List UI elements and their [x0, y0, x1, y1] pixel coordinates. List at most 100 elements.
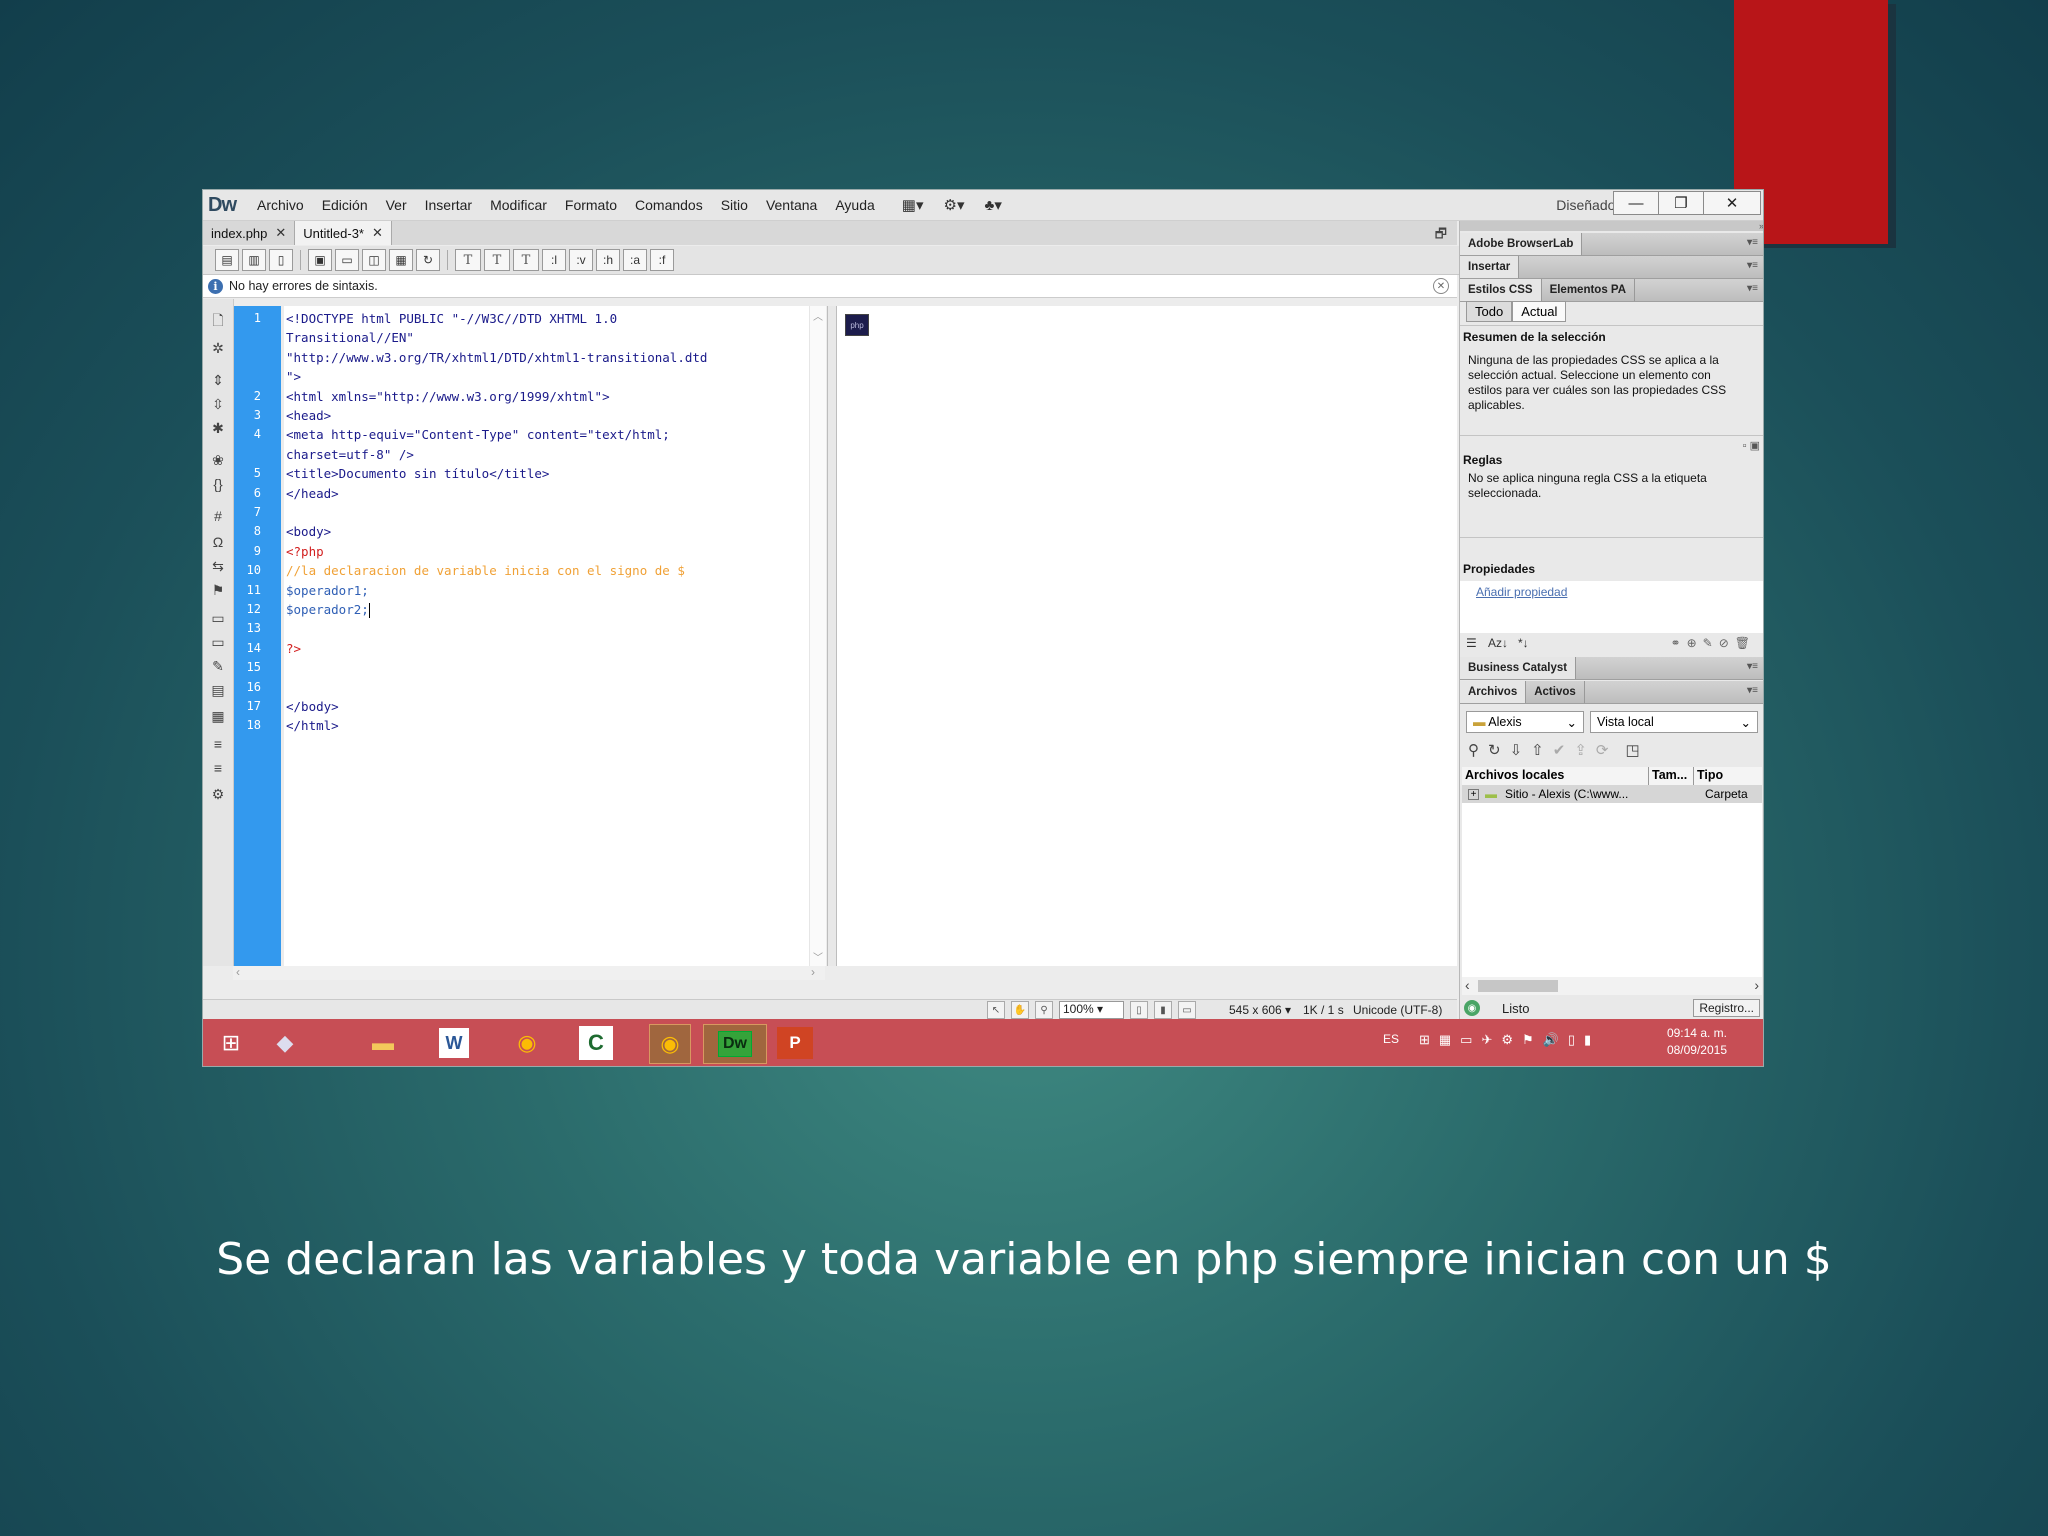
code-horizontal-scrollbar[interactable]: ‹ ›	[233, 965, 825, 980]
zoom-select[interactable]: 100% ▾	[1059, 1001, 1124, 1019]
chevron-left-icon[interactable]: ‹	[236, 965, 240, 979]
apply-comment-icon[interactable]: ▭	[209, 609, 227, 627]
chevron-up-icon[interactable]: ︿	[813, 308, 823, 323]
layout-icon[interactable]: ▦▾	[902, 196, 924, 214]
live-view-icon[interactable]: ▣	[308, 249, 332, 271]
site-tree-icon[interactable]: ♣▾	[984, 196, 1001, 214]
panel-business-catalyst[interactable]: Business Catalyst ▾≡	[1460, 657, 1763, 680]
open-documents-icon[interactable]: 🗋	[209, 312, 227, 331]
tablet-size-icon[interactable]: ▮	[1154, 1001, 1172, 1019]
balance-braces-icon[interactable]: {}	[209, 475, 227, 493]
view-select[interactable]: Vista local ⌄	[1590, 711, 1758, 733]
code-editor[interactable]: <!DOCTYPE html PUBLIC "-//W3C//DTD XHTML…	[284, 306, 824, 966]
menu-archivo[interactable]: Archivo	[248, 197, 313, 213]
highlight-invalid-icon[interactable]: Ω	[209, 533, 227, 551]
refresh-icon[interactable]: ↻	[416, 249, 440, 271]
camtasia-icon[interactable]: C	[579, 1026, 613, 1060]
tab-activos[interactable]: Activos	[1526, 681, 1585, 703]
menu-ventana[interactable]: Ventana	[757, 197, 826, 213]
close-button[interactable]: ✕	[1703, 191, 1761, 215]
design-view-icon[interactable]: ▯	[269, 249, 293, 271]
file-explorer-icon[interactable]: ▬	[363, 1024, 403, 1062]
log-button[interactable]: Registro...	[1693, 999, 1760, 1017]
tab-elementos-pa[interactable]: Elementos PA	[1542, 279, 1636, 301]
close-icon[interactable]: ✕	[275, 225, 286, 241]
menu-modificar[interactable]: Modificar	[481, 197, 556, 213]
inspect-icon[interactable]: ▭	[335, 249, 359, 271]
menu-edicion[interactable]: Edición	[313, 197, 377, 213]
close-icon[interactable]: ✕	[1433, 278, 1449, 294]
select-parent-icon[interactable]: ❀	[209, 451, 227, 469]
checkout-icon[interactable]: ✔	[1553, 741, 1566, 759]
col-tamano[interactable]: Tam...	[1649, 767, 1694, 785]
refresh-icon[interactable]: ↻	[1488, 741, 1501, 759]
recent-snippets-icon[interactable]: ▤	[209, 681, 227, 699]
restore-icon[interactable]: 🗗	[1435, 225, 1447, 247]
sync-icon[interactable]: ⟳	[1596, 741, 1609, 759]
set-properties-icon[interactable]: *↓	[1518, 636, 1529, 650]
table-icon[interactable]: ▦	[389, 249, 413, 271]
wrap-tag-icon[interactable]: ✎	[209, 657, 227, 675]
tool-a[interactable]: :a	[623, 249, 647, 271]
menu-sitio[interactable]: Sitio	[712, 197, 757, 213]
maximize-button[interactable]: ❐	[1658, 191, 1704, 215]
text-format-icon[interactable]: T	[513, 249, 539, 271]
site-select[interactable]: ▬ Alexis ⌄	[1466, 711, 1584, 733]
menu-comandos[interactable]: Comandos	[626, 197, 712, 213]
expand-panel-icon[interactable]: ◳	[1625, 741, 1639, 759]
mode-actual[interactable]: Actual	[1512, 301, 1567, 322]
panel-menu-icon[interactable]: ▾≡	[1747, 661, 1758, 672]
alpha-view-icon[interactable]: Az↓	[1488, 636, 1508, 650]
panel-insertar[interactable]: Insertar ▾≡	[1460, 256, 1763, 279]
put-files-icon[interactable]: ⇧	[1531, 741, 1544, 759]
tool-h[interactable]: :h	[596, 249, 620, 271]
split-divider[interactable]	[827, 306, 837, 966]
menu-ayuda[interactable]: Ayuda	[826, 197, 883, 213]
tool-l[interactable]: :l	[542, 249, 566, 271]
scroll-thumb[interactable]	[1478, 980, 1558, 992]
menu-insertar[interactable]: Insertar	[416, 197, 481, 213]
word-wrap-icon[interactable]: ⇆	[209, 557, 227, 575]
col-tipo[interactable]: Tipo	[1694, 767, 1760, 785]
expand-icon[interactable]: +	[1468, 788, 1479, 800]
pointer-icon[interactable]: ↖	[987, 1001, 1005, 1019]
chevron-right-icon[interactable]: ›	[1754, 977, 1759, 993]
minimize-button[interactable]: —	[1613, 191, 1659, 215]
text-format-icon[interactable]: T	[455, 249, 481, 271]
line-numbers-icon[interactable]: #	[209, 507, 227, 525]
tool-v[interactable]: :v	[569, 249, 593, 271]
tab-index-php[interactable]: index.php ✕	[203, 221, 296, 245]
code-view-icon[interactable]: ▤	[215, 249, 239, 271]
php-code-icon[interactable]: php	[845, 314, 869, 336]
chevron-right-icon[interactable]: ›	[811, 965, 815, 979]
syntax-error-icon[interactable]: ⚑	[209, 581, 227, 599]
desktop-app-icon[interactable]: ◆	[265, 1024, 305, 1062]
zoom-icon[interactable]: ⚲	[1035, 1001, 1053, 1019]
format-source-icon[interactable]: ⚙	[209, 785, 227, 803]
col-archivos-locales[interactable]: Archivos locales	[1462, 767, 1649, 785]
chevron-left-icon[interactable]: ‹	[1465, 977, 1470, 993]
css-actions-icon[interactable]: ⚭⊕✎⊘🗑	[1671, 636, 1756, 650]
window-size[interactable]: 545 x 606 ▾	[1229, 1003, 1291, 1017]
add-property-link[interactable]: Añadir propiedad	[1476, 585, 1567, 599]
menu-ver[interactable]: Ver	[377, 197, 416, 213]
mobile-size-icon[interactable]: ▯	[1130, 1001, 1148, 1019]
dreamweaver-taskbar-icon[interactable]: Dw	[703, 1024, 767, 1064]
remove-comment-icon[interactable]: ▭	[209, 633, 227, 651]
panel-collapse-icon[interactable]: »	[1460, 221, 1763, 231]
mode-todo[interactable]: Todo	[1466, 301, 1513, 322]
expand-all-icon[interactable]: ✱	[209, 419, 227, 437]
outdent-icon[interactable]: ≡	[209, 759, 227, 777]
chrome-icon[interactable]: ◉	[507, 1024, 547, 1062]
tab-estilos-css[interactable]: Estilos CSS	[1460, 279, 1542, 301]
collapse-selection-icon[interactable]: ⇳	[209, 395, 227, 413]
tray-icons[interactable]: ⊞▦▭✈⚙⚑🔊▯▮	[1419, 1032, 1600, 1048]
windows-start-icon[interactable]: ⊞	[211, 1024, 251, 1062]
desktop-size-icon[interactable]: ▭	[1178, 1001, 1196, 1019]
menu-formato[interactable]: Formato	[556, 197, 626, 213]
code-vertical-scrollbar[interactable]: ︿ ﹀	[809, 306, 826, 966]
rules-view-icon[interactable]: ▫ ▣	[1743, 439, 1760, 452]
tab-untitled-3[interactable]: Untitled-3* ✕	[295, 221, 392, 245]
taskbar-clock[interactable]: 09:14 a. m. 08/09/2015	[1667, 1025, 1727, 1059]
tool-f[interactable]: :f	[650, 249, 674, 271]
